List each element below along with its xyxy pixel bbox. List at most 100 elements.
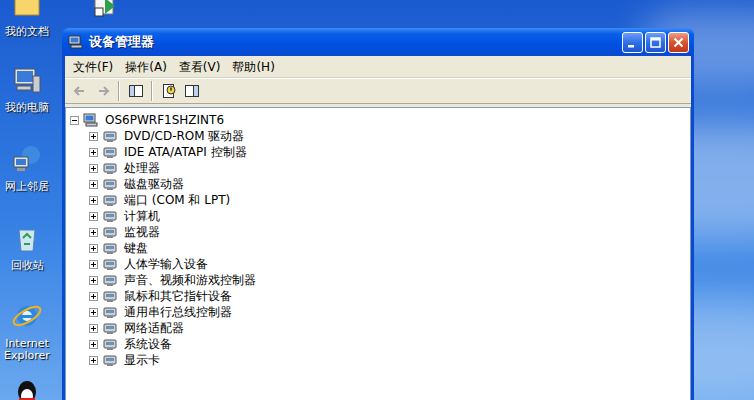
properties-icon	[161, 83, 177, 99]
tree-item[interactable]: 网络适配器	[70, 320, 690, 336]
recycle-bin-icon	[11, 222, 43, 254]
minimize-icon	[626, 36, 639, 49]
view-icon	[184, 83, 200, 99]
expander-icon[interactable]	[89, 148, 98, 157]
close-icon	[672, 36, 685, 49]
back-icon	[72, 83, 88, 99]
device-manager-icon	[68, 34, 84, 50]
device-tree: OS6PWRF1SHZINT6DVD/CD-ROM 驱动器IDE ATA/ATA…	[65, 107, 691, 400]
tree-item-label: 鼠标和其它指针设备	[124, 288, 232, 304]
computer-icon	[83, 112, 99, 128]
desktop-icon-label: 我的电脑	[1, 102, 53, 114]
desktop-icon[interactable]: 网上邻居	[2, 143, 52, 193]
desktop-icon[interactable]: 我的电脑	[2, 64, 52, 114]
computer-icon	[11, 64, 43, 96]
tree-root[interactable]: OS6PWRF1SHZINT6	[70, 112, 690, 128]
tree-item-label: 处理器	[124, 160, 160, 176]
desktop-icon-label: 回收站	[1, 260, 53, 272]
expander-icon[interactable]	[89, 356, 98, 365]
expander-icon[interactable]	[89, 324, 98, 333]
minimize-button[interactable]	[622, 32, 643, 53]
tree-item[interactable]: IDE ATA/ATAPI 控制器	[70, 144, 690, 160]
device-icon	[102, 128, 118, 144]
tree-item-label: 显示卡	[124, 352, 160, 368]
tree-item-label: 端口 (COM 和 LPT)	[124, 192, 230, 208]
expander-icon[interactable]	[89, 340, 98, 349]
menu-bar: 文件(F)操作(A)查看(V)帮助(H)	[65, 56, 691, 78]
menu-item[interactable]: 查看(V)	[173, 58, 227, 76]
expander-icon[interactable]	[89, 228, 98, 237]
tree-button[interactable]	[124, 80, 147, 102]
desktop: 我的文档我的电脑网上邻居回收站Internet Explorer设备管理器文件(…	[0, 0, 754, 400]
desktop-icon[interactable]: Internet Explorer	[2, 300, 52, 362]
tree-item[interactable]: 声音、视频和游戏控制器	[70, 272, 690, 288]
shortcut-icon	[89, 0, 121, 20]
tree-root-label: OS6PWRF1SHZINT6	[105, 112, 224, 128]
tree-item[interactable]: 显示卡	[70, 352, 690, 368]
toolbar-separator	[151, 81, 153, 101]
tree-item[interactable]: DVD/CD-ROM 驱动器	[70, 128, 690, 144]
qq-icon	[11, 378, 43, 400]
tree-item-label: 声音、视频和游戏控制器	[124, 272, 256, 288]
tree-item[interactable]: 监视器	[70, 224, 690, 240]
tree-item-label: 键盘	[124, 240, 148, 256]
tree-item-label: 计算机	[124, 208, 160, 224]
ie-icon	[11, 300, 43, 332]
tree-item[interactable]: 处理器	[70, 160, 690, 176]
menu-item[interactable]: 帮助(H)	[226, 58, 280, 76]
menu-item[interactable]: 文件(F)	[67, 58, 119, 76]
tree-item[interactable]: 系统设备	[70, 336, 690, 352]
device-icon	[102, 176, 118, 192]
device-icon	[102, 192, 118, 208]
expander-icon[interactable]	[89, 212, 98, 221]
device-icon	[102, 256, 118, 272]
desktop-icon[interactable]: 回收站	[2, 222, 52, 272]
desktop-icon[interactable]	[2, 378, 52, 400]
properties-button[interactable]	[157, 80, 180, 102]
expander-icon[interactable]	[89, 244, 98, 253]
back-button	[68, 80, 91, 102]
close-button[interactable]	[668, 32, 689, 53]
expander-icon[interactable]	[89, 292, 98, 301]
tree-item[interactable]: 计算机	[70, 208, 690, 224]
view-button[interactable]	[180, 80, 203, 102]
forward-icon	[95, 83, 111, 99]
desktop-icon-label: 我的文档	[1, 26, 53, 38]
tree-item[interactable]: 键盘	[70, 240, 690, 256]
tree-item[interactable]: 人体学输入设备	[70, 256, 690, 272]
desktop-icon[interactable]	[80, 0, 130, 20]
tree-item-label: 人体学输入设备	[124, 256, 208, 272]
window-body: 文件(F)操作(A)查看(V)帮助(H) OS6PWRF1SHZINT6DVD/C…	[62, 56, 694, 400]
expander-icon[interactable]	[89, 260, 98, 269]
expander-icon[interactable]	[70, 116, 79, 125]
device-manager-window: 设备管理器文件(F)操作(A)查看(V)帮助(H)OS6PWRF1SHZINT6…	[62, 28, 694, 400]
device-icon	[102, 352, 118, 368]
device-icon	[102, 208, 118, 224]
desktop-icon-label: Internet Explorer	[1, 338, 53, 362]
expander-icon[interactable]	[89, 180, 98, 189]
desktop-icon[interactable]: 我的文档	[2, 0, 52, 38]
expander-icon[interactable]	[89, 196, 98, 205]
tree-item-label: 磁盘驱动器	[124, 176, 184, 192]
expander-icon[interactable]	[89, 164, 98, 173]
tree-item[interactable]: 磁盘驱动器	[70, 176, 690, 192]
device-icon	[102, 304, 118, 320]
device-icon	[102, 240, 118, 256]
desktop-icon-label: 网上邻居	[1, 181, 53, 193]
expander-icon[interactable]	[89, 132, 98, 141]
menu-item[interactable]: 操作(A)	[119, 58, 173, 76]
network-icon	[11, 143, 43, 175]
tree-item[interactable]: 端口 (COM 和 LPT)	[70, 192, 690, 208]
tree-item-label: DVD/CD-ROM 驱动器	[124, 128, 244, 144]
tree-item[interactable]: 鼠标和其它指针设备	[70, 288, 690, 304]
tree-item[interactable]: 通用串行总线控制器	[70, 304, 690, 320]
maximize-button[interactable]	[645, 32, 666, 53]
tree-item-label: 监视器	[124, 224, 160, 240]
expander-icon[interactable]	[89, 276, 98, 285]
device-icon	[102, 144, 118, 160]
title-bar[interactable]: 设备管理器	[62, 28, 694, 56]
tree-item-label: 网络适配器	[124, 320, 184, 336]
expander-icon[interactable]	[89, 308, 98, 317]
device-icon	[102, 336, 118, 352]
forward-button	[91, 80, 114, 102]
